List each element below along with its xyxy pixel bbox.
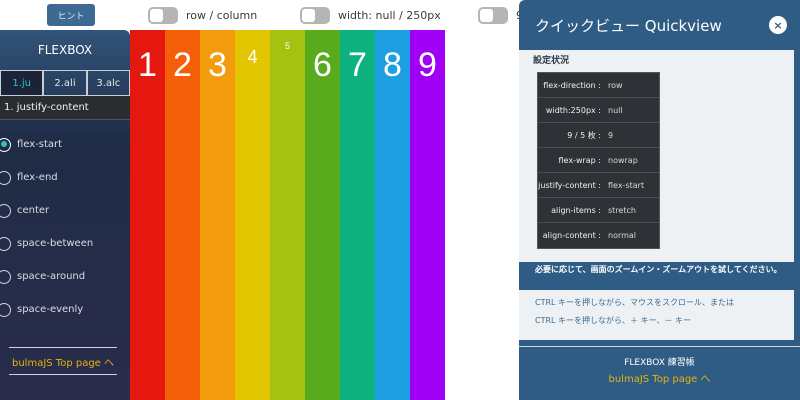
setting-key: flex-direction : <box>543 80 601 90</box>
table-row: width:250px : null <box>538 98 659 123</box>
setting-value: nowrap <box>608 155 638 165</box>
settings-subtitle: 設定状況 <box>533 56 570 66</box>
section-title: 1. justify-content <box>0 96 130 120</box>
flex-item: 6 <box>305 30 340 400</box>
close-icon[interactable]: × <box>769 16 787 34</box>
tab-align-items[interactable]: 2.ali <box>43 70 87 95</box>
hint-button[interactable]: ヒント <box>47 4 95 26</box>
flex-item: 7 <box>340 30 375 400</box>
flex-item-number: 2 <box>173 46 192 84</box>
table-row: flex-direction : row <box>538 73 659 98</box>
toggle-switch[interactable] <box>300 6 330 24</box>
top-page-link[interactable]: bulmaJS Top page へ <box>9 347 117 375</box>
radio-unchecked-icon[interactable] <box>0 269 11 284</box>
setting-key: width:250px : <box>545 105 601 115</box>
flex-item-number: 3 <box>208 46 227 84</box>
radio-unchecked-icon[interactable] <box>0 302 11 317</box>
tab-align-content[interactable]: 3.alc <box>86 70 130 95</box>
setting-key: justify-content : <box>538 180 601 190</box>
radio-label: flex-end <box>17 172 58 183</box>
radio-unchecked-icon[interactable] <box>0 203 11 218</box>
flex-item: 5 <box>270 30 305 400</box>
radio-label: flex-start <box>17 139 63 150</box>
setting-value: 9 <box>608 130 614 140</box>
setting-key: align-content : <box>542 231 601 240</box>
radio-label: space-around <box>17 271 86 282</box>
radio-checked-icon[interactable] <box>0 137 11 152</box>
toggle-count[interactable]: 9 <box>478 6 523 24</box>
flex-item-number: 5 <box>284 41 290 51</box>
radio-label: space-evenly <box>17 304 84 315</box>
flex-item: 2 <box>165 30 200 400</box>
toggle-switch[interactable] <box>478 6 508 24</box>
radio-label: center <box>17 205 50 216</box>
toggle-width[interactable]: width: null / 250px <box>300 6 441 24</box>
toggle-label: row / column <box>186 8 258 22</box>
table-row: flex-wrap : nowrap <box>538 148 659 173</box>
quickview-title: クイックビュー Quickview <box>535 16 722 35</box>
radio-flex-start[interactable]: flex-start <box>0 128 130 161</box>
quickview-panel: クイックビュー Quickview × 設定状況 flex-direction … <box>519 0 800 400</box>
flex-item-number: 8 <box>383 46 402 84</box>
radio-space-evenly[interactable]: space-evenly <box>0 293 130 326</box>
flex-container: 1 2 3 4 5 6 7 8 9 <box>130 30 445 400</box>
flex-item: 9 <box>410 30 445 400</box>
flex-item-number: 1 <box>138 46 157 84</box>
zoom-note: 必要に応じて、画面のズームイン・ズームアウトを試してください。 <box>535 265 782 274</box>
sidebar-title: FLEXBOX <box>37 43 93 57</box>
flex-item-number: 6 <box>313 46 332 84</box>
footer-title: FLEXBOX 練習帳 <box>624 358 695 368</box>
quickview-footer: FLEXBOX 練習帳 bulmaJS Top page へ <box>519 346 800 385</box>
footer-top-page-link[interactable]: bulmaJS Top page へ <box>519 370 800 385</box>
radio-flex-end[interactable]: flex-end <box>0 161 130 194</box>
setting-value: normal <box>608 231 637 240</box>
radio-space-between[interactable]: space-between <box>0 227 130 260</box>
radio-unchecked-icon[interactable] <box>0 170 11 185</box>
flex-item: 1 <box>130 30 165 400</box>
flex-item-number: 7 <box>348 46 367 84</box>
radio-unchecked-icon[interactable] <box>0 236 11 251</box>
radio-space-around[interactable]: space-around <box>0 260 130 293</box>
radio-label: space-between <box>17 238 94 249</box>
flex-item-number: 9 <box>418 46 437 84</box>
zoom-tips: CTRL キーを押しながら、マウスをスクロール、または CTRL キーを押しなが… <box>519 290 794 340</box>
table-row: align-items : stretch <box>538 198 659 223</box>
tab-justify-content[interactable]: 1.ju <box>0 70 44 95</box>
settings-table: flex-direction : row width:250px : null … <box>537 72 660 249</box>
setting-key: flex-wrap : <box>558 155 602 165</box>
quickview-header: クイックビュー Quickview × <box>519 0 800 50</box>
setting-value: stretch <box>608 205 636 215</box>
toggle-label: width: null / 250px <box>338 8 441 22</box>
toggle-switch[interactable] <box>148 6 178 24</box>
setting-key: 9 / 5 枚 : <box>567 130 601 140</box>
zoom-tip: CTRL キーを押しながら、マウスをスクロール、または <box>535 298 735 307</box>
setting-value: flex-start <box>608 180 645 190</box>
flex-item: 8 <box>375 30 410 400</box>
justify-content-options: flex-start flex-end center space-between… <box>0 120 130 326</box>
flex-item-number: 4 <box>247 47 258 67</box>
flex-item: 3 <box>200 30 235 400</box>
table-row: align-content : normal <box>538 223 659 248</box>
setting-value: null <box>608 105 623 115</box>
zoom-tip: CTRL キーを押しながら、＋ キー、－ キー <box>535 316 692 326</box>
table-row: 9 / 5 枚 : 9 <box>538 123 659 148</box>
setting-key: align-items : <box>551 205 601 215</box>
sidebar-tabs: 1.ju 2.ali 3.alc <box>0 70 130 96</box>
settings-sidebar: FLEXBOX 1.ju 2.ali 3.alc 1. justify-cont… <box>0 30 130 400</box>
flex-item: 4 <box>235 30 270 400</box>
setting-value: row <box>608 80 623 90</box>
table-row: justify-content : flex-start <box>538 173 659 198</box>
quickview-body: 設定状況 flex-direction : row width:250px : … <box>519 50 794 262</box>
radio-center[interactable]: center <box>0 194 130 227</box>
toggle-row-column[interactable]: row / column <box>148 6 257 24</box>
